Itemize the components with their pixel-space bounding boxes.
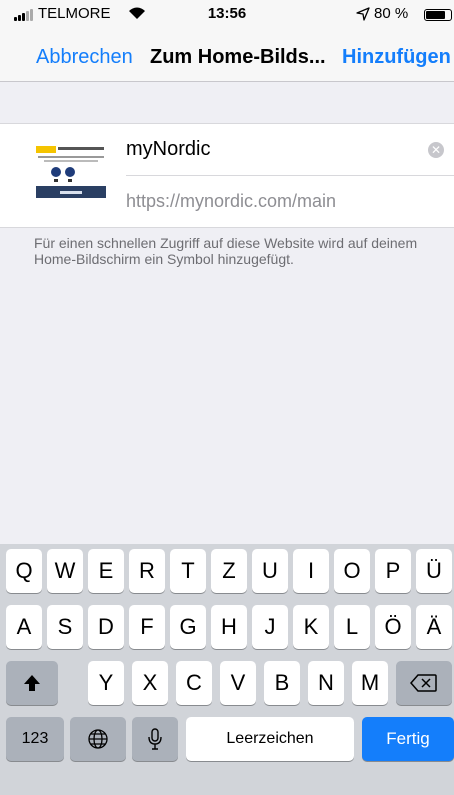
key-z[interactable]: Z	[211, 549, 247, 593]
key-k[interactable]: K	[293, 605, 329, 649]
key-p[interactable]: P	[375, 549, 411, 593]
key-i[interactable]: I	[293, 549, 329, 593]
status-bar: TELMORE 13:56 80 %	[0, 0, 454, 30]
key-f[interactable]: F	[129, 605, 165, 649]
name-input[interactable]	[126, 136, 416, 162]
key-y[interactable]: Y	[88, 661, 124, 705]
backspace-key[interactable]	[396, 661, 452, 705]
key-m[interactable]: M	[352, 661, 388, 705]
key-w[interactable]: W	[47, 549, 83, 593]
key-t[interactable]: T	[170, 549, 206, 593]
key-h[interactable]: H	[211, 605, 247, 649]
key-o[interactable]: O	[334, 549, 370, 593]
name-row: ✕	[126, 124, 454, 176]
numbers-key[interactable]: 123	[6, 717, 64, 761]
microphone-icon	[148, 728, 162, 750]
backspace-icon	[410, 674, 437, 692]
site-thumbnail	[34, 138, 108, 212]
key-e[interactable]: E	[88, 549, 124, 593]
key-n[interactable]: N	[308, 661, 344, 705]
key-d[interactable]: D	[88, 605, 124, 649]
shift-key[interactable]	[6, 661, 58, 705]
key-v[interactable]: V	[220, 661, 256, 705]
battery-percent: 80 %	[374, 5, 409, 22]
hint-text: Für einen schnellen Zugriff auf diese We…	[34, 235, 418, 267]
location-arrow-icon	[356, 7, 370, 21]
key-l[interactable]: L	[334, 605, 370, 649]
globe-icon	[88, 729, 108, 749]
battery-icon	[424, 9, 452, 21]
shift-icon	[24, 675, 40, 691]
url-label: https://mynordic.com/main	[126, 191, 337, 211]
cancel-button[interactable]: Abbrechen	[36, 46, 133, 69]
space-key[interactable]: Leerzeichen	[186, 717, 354, 761]
navigation-bar: Abbrechen Zum Home-Bilds... Hinzufügen	[0, 30, 454, 82]
globe-key[interactable]	[70, 717, 126, 761]
key-s[interactable]: S	[47, 605, 83, 649]
add-button[interactable]: Hinzufügen	[342, 46, 451, 69]
key-q[interactable]: Q	[6, 549, 42, 593]
page-title: Zum Home-Bilds...	[150, 46, 326, 68]
keyboard: QWERTZUIOPÜ ASDFGHJKLÖÄ YXCVBNM 123 Leer…	[0, 544, 454, 795]
bookmark-form: ✕ https://mynordic.com/main	[0, 123, 454, 228]
done-key[interactable]: Fertig	[362, 717, 454, 761]
microphone-key[interactable]	[132, 717, 178, 761]
key-c[interactable]: C	[176, 661, 212, 705]
key-x[interactable]: X	[132, 661, 168, 705]
key-ö[interactable]: Ö	[375, 605, 411, 649]
key-ä[interactable]: Ä	[416, 605, 452, 649]
key-u[interactable]: U	[252, 549, 288, 593]
key-a[interactable]: A	[6, 605, 42, 649]
clear-icon[interactable]: ✕	[428, 142, 444, 158]
key-r[interactable]: R	[129, 549, 165, 593]
key-ü[interactable]: Ü	[416, 549, 452, 593]
key-b[interactable]: B	[264, 661, 300, 705]
key-g[interactable]: G	[170, 605, 206, 649]
key-j[interactable]: J	[252, 605, 288, 649]
